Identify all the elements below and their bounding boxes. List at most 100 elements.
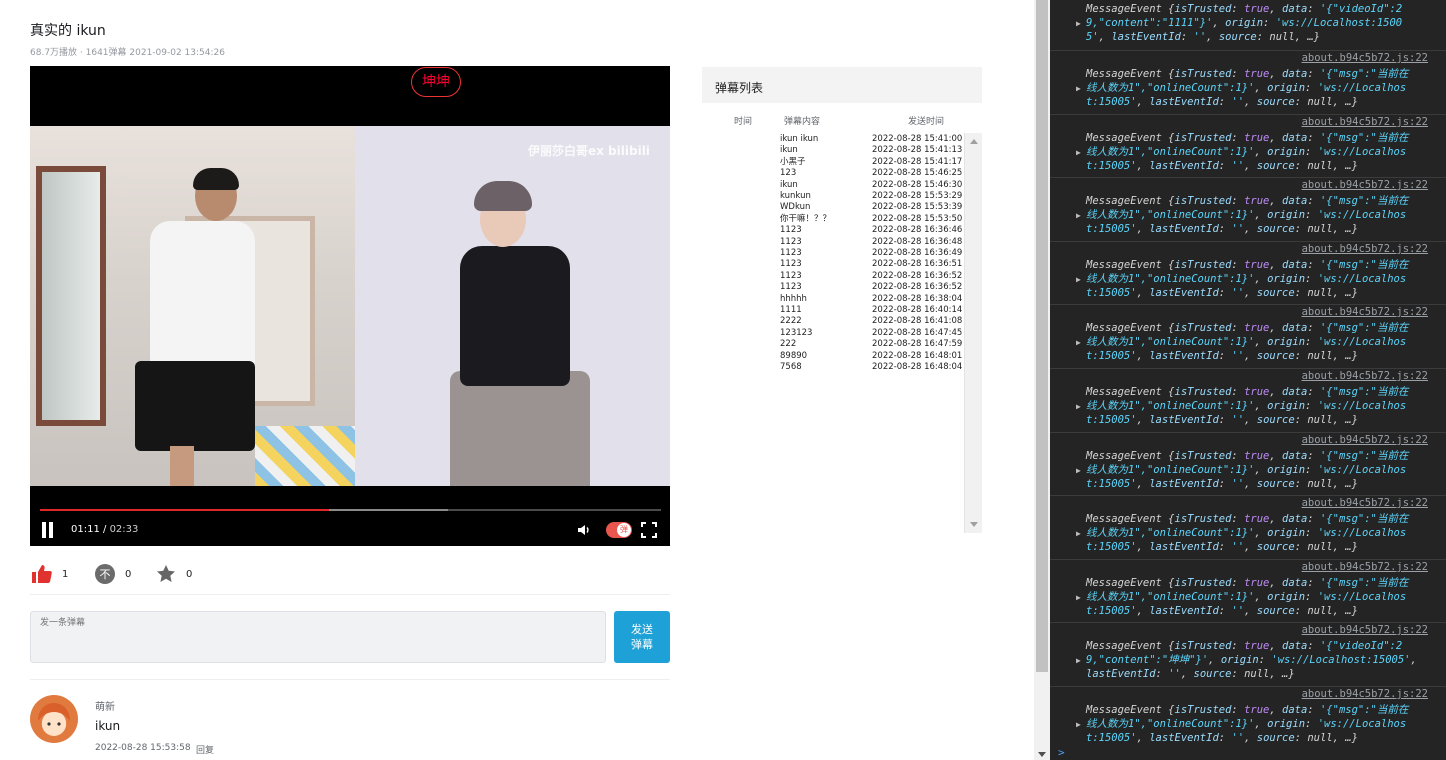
danmaku-content: 1123 [780,248,802,258]
console-source-link[interactable]: about.b94c5b72.js:22 [1302,52,1428,64]
danmaku-content: 123123 [780,327,813,338]
console-message[interactable]: about.b94c5b72.js:22 ▶ MessageEvent {isTru… [1050,241,1446,304]
console-source-link[interactable]: about.b94c5b72.js:22 [1302,370,1428,382]
expand-triangle-icon[interactable]: ▶ [1076,84,1081,93]
console-message[interactable]: about.b94c5b72.js:22 ▶ MessageEvent {isTru… [1050,559,1446,622]
console-message[interactable]: about.b94c5b72.js:22 ▶ MessageEvent {isTru… [1050,368,1446,432]
console-source-link[interactable]: about.b94c5b72.js:22 [1302,624,1428,636]
expand-triangle-icon[interactable]: ▶ [1076,656,1081,665]
scrollbar-thumb[interactable] [1036,0,1048,672]
console-source-link[interactable]: about.b94c5b72.js:22 [1302,306,1428,318]
console-message-text: MessageEvent {isTrusted: true, data: '{"… [1086,132,1409,172]
video-frame[interactable]: 伊丽莎白哥ex bilibili [30,126,670,486]
console-source-link[interactable]: about.b94c5b72.js:22 [1302,243,1428,255]
table-row[interactable]: 1123 2022-08-28 16:36:48 [702,237,964,248]
table-row[interactable]: kunkun 2022-08-28 15:53:29 [702,191,964,202]
expand-triangle-icon[interactable]: ▶ [1076,148,1081,157]
avatar[interactable] [30,695,78,743]
expand-triangle-icon[interactable]: ▶ [1076,466,1081,475]
video-watermark: 伊丽莎白哥ex bilibili [528,144,650,158]
danmaku-content: 7568 [780,362,802,372]
table-row[interactable]: 小黑子 2022-08-28 15:41:17 [702,157,964,168]
column-header-time[interactable]: 时间 [734,114,752,127]
progress-played[interactable] [40,509,329,511]
column-header-content[interactable]: 弹幕内容 [784,114,820,127]
danmaku-content: 1111 [780,305,802,315]
table-row[interactable]: WDkun 2022-08-28 15:53:39 [702,202,964,213]
console-source-link[interactable]: about.b94c5b72.js:22 [1302,179,1428,191]
console-message[interactable]: ▶ MessageEvent {isTrusted: true, data: '{… [1050,0,1446,49]
danmaku-sent-time: 2022-08-28 16:48:01 [872,350,963,361]
volume-icon[interactable] [576,522,592,538]
expand-triangle-icon[interactable]: ▶ [1076,19,1081,28]
pause-icon[interactable] [40,522,54,538]
divider [30,594,670,595]
scroll-up-icon[interactable] [970,139,978,144]
console-source-link[interactable]: about.b94c5b72.js:22 [1302,688,1428,700]
danmaku-list[interactable]: ikun ikun 2022-08-28 15:41:00 ikun 2022-08-… [702,133,982,533]
table-row[interactable]: ikun 2022-08-28 15:41:13 [702,145,964,156]
floating-danmaku: 坤坤 [411,67,461,97]
expand-triangle-icon[interactable]: ▶ [1076,529,1081,538]
reply-link[interactable]: 回复 [196,743,214,756]
console-source-link[interactable]: about.b94c5b72.js:22 [1302,434,1428,446]
scroll-down-icon[interactable] [1038,752,1046,757]
table-row[interactable]: 89890 2022-08-28 16:48:01 [702,351,964,362]
console-message-text: MessageEvent {isTrusted: true, data: '{"… [1086,68,1409,108]
table-row[interactable]: 1111 2022-08-28 16:40:14 [702,305,964,316]
expand-triangle-icon[interactable]: ▶ [1076,338,1081,347]
column-header-sent-time[interactable]: 发送时间 [908,114,944,127]
danmaku-content: WDkun [780,202,811,213]
expand-triangle-icon[interactable]: ▶ [1076,720,1081,729]
send-danmaku-button[interactable]: 发送 弹幕 [614,611,670,663]
console-source-link[interactable]: about.b94c5b72.js:22 [1302,561,1428,573]
table-row[interactable]: 1123 2022-08-28 16:36:52 [702,271,964,282]
table-row[interactable]: ikun ikun 2022-08-28 15:41:00 [702,134,964,145]
table-row[interactable]: 7568 2022-08-28 16:48:04 [702,362,964,373]
dislike-button[interactable]: 不 0 [95,564,131,584]
video-player[interactable]: 伊丽莎白哥ex bilibili 坤坤 01:11 / 02:33 弹 [30,66,670,546]
console-message[interactable]: about.b94c5b72.js:22 ▶ MessageEvent {isTru… [1050,114,1446,177]
like-button[interactable]: 1 [32,564,68,584]
danmaku-sent-time: 2022-08-28 15:46:30 [872,179,963,190]
expand-triangle-icon[interactable]: ▶ [1076,275,1081,284]
console-message[interactable]: about.b94c5b72.js:22 ▶ MessageEvent {isTru… [1050,432,1446,495]
danmaku-input[interactable] [30,611,606,663]
page-scrollbar[interactable] [1034,0,1050,760]
table-row[interactable]: hhhhh 2022-08-28 16:38:04 [702,294,964,305]
table-row[interactable]: 1123 2022-08-28 16:36:46 [702,225,964,236]
table-row[interactable]: 1123 2022-08-28 16:36:52 [702,282,964,293]
table-row[interactable]: 123 2022-08-28 15:46:25 [702,168,964,179]
console-message[interactable]: about.b94c5b72.js:22 ▶ MessageEvent {isTru… [1050,304,1446,368]
danmaku-sent-time: 2022-08-28 16:36:49 [872,248,963,258]
console-message-text: MessageEvent {isTrusted: true, data: '{"… [1086,640,1417,680]
console-message[interactable]: about.b94c5b72.js:22 ▶ MessageEvent {isTru… [1050,686,1446,760]
expand-triangle-icon[interactable]: ▶ [1076,211,1081,220]
console-message-text: MessageEvent {isTrusted: true, data: '{"… [1086,577,1409,617]
fullscreen-icon[interactable] [641,522,657,538]
table-row[interactable]: 2222 2022-08-28 16:41:08 [702,316,964,327]
danmaku-list-scrollbar[interactable] [964,133,982,533]
comment-username[interactable]: 萌新 [95,698,115,713]
table-row[interactable]: ikun 2022-08-28 15:46:30 [702,180,964,191]
table-row[interactable]: 222 2022-08-28 16:47:59 [702,339,964,350]
favorite-button[interactable]: 0 [156,564,192,584]
table-row[interactable]: 123123 2022-08-28 16:47:45 [702,328,964,339]
console-source-link[interactable]: about.b94c5b72.js:22 [1302,497,1428,509]
console-source-link[interactable]: about.b94c5b72.js:22 [1302,116,1428,128]
favorite-count: 0 [186,568,193,580]
console-message-text: MessageEvent {isTrusted: true, data: '{"… [1086,704,1409,744]
console-message[interactable]: about.b94c5b72.js:22 ▶ MessageEvent {isTru… [1050,50,1446,114]
console-prompt[interactable]: > [1058,746,1065,759]
expand-triangle-icon[interactable]: ▶ [1076,593,1081,602]
console-message[interactable]: about.b94c5b72.js:22 ▶ MessageEvent {isTru… [1050,177,1446,241]
table-row[interactable]: 1123 2022-08-28 16:36:51 [702,259,964,270]
console-message[interactable]: about.b94c5b72.js:22 ▶ MessageEvent {isTru… [1050,622,1446,686]
console-message[interactable]: about.b94c5b72.js:22 ▶ MessageEvent {isTru… [1050,495,1446,559]
table-row[interactable]: 你干嘛！？？ 2022-08-28 15:53:50 [702,214,964,225]
scroll-down-icon[interactable] [970,522,978,527]
table-row[interactable]: 1123 2022-08-28 16:36:49 [702,248,964,259]
danmaku-content: ikun ikun [780,134,819,144]
danmaku-toggle[interactable]: 弹 [606,522,632,538]
expand-triangle-icon[interactable]: ▶ [1076,402,1081,411]
